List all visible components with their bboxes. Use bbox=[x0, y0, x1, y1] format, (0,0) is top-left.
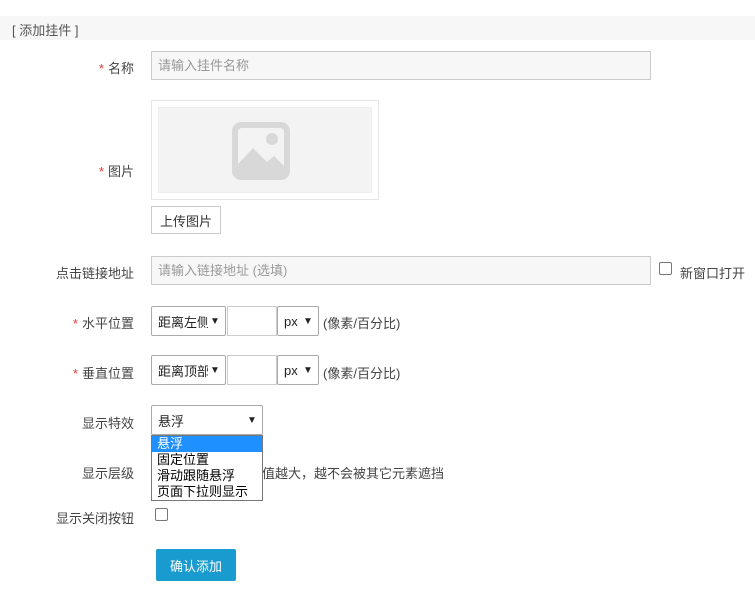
new-window-label: 新窗口打开 bbox=[680, 266, 746, 281]
close-button-checkbox[interactable] bbox=[155, 508, 168, 521]
section-header: [ 添加挂件 ] bbox=[0, 16, 755, 40]
effect-select[interactable]: 悬浮 ▼ bbox=[151, 405, 263, 435]
horizontal-unit-select[interactable]: px ▼ bbox=[277, 306, 319, 336]
vertical-hint: (像素/百分比) bbox=[323, 366, 401, 381]
level-hint: 值越大，越不会被其它元素遮挡 bbox=[262, 466, 445, 481]
new-window-checkbox[interactable] bbox=[659, 262, 672, 275]
horizontal-direction-select[interactable]: 距离左侧 ▼ bbox=[151, 306, 226, 336]
image-placeholder-icon bbox=[232, 122, 290, 180]
link-input[interactable] bbox=[151, 256, 651, 285]
section-title: [ 添加挂件 ] bbox=[12, 23, 79, 38]
vertical-direction-select[interactable]: 距离顶部 ▼ bbox=[151, 355, 226, 385]
effect-label: 显示特效 bbox=[81, 416, 134, 431]
horizontal-hint: (像素/百分比) bbox=[323, 316, 401, 331]
horizontal-label: * 水平位置 bbox=[72, 316, 134, 331]
horizontal-value-input[interactable] bbox=[227, 306, 277, 336]
chevron-down-icon: ▼ bbox=[303, 364, 313, 376]
effect-dropdown: 悬浮 固定位置 滑动跟随悬浮 页面下拉则显示 bbox=[151, 435, 263, 501]
upload-image-button[interactable]: 上传图片 bbox=[151, 206, 221, 234]
chevron-down-icon: ▼ bbox=[210, 364, 220, 376]
image-preview bbox=[151, 100, 379, 200]
name-label: * 名称 bbox=[98, 61, 134, 76]
vertical-value-input[interactable] bbox=[227, 355, 277, 385]
chevron-down-icon: ▼ bbox=[247, 414, 257, 426]
link-label: 点击链接地址 bbox=[55, 266, 134, 281]
effect-option[interactable]: 固定位置 bbox=[152, 452, 262, 468]
effect-option[interactable]: 滑动跟随悬浮 bbox=[152, 468, 262, 484]
image-label: * 图片 bbox=[98, 164, 134, 179]
close-button-label: 显示关闭按钮 bbox=[55, 511, 134, 526]
effect-option[interactable]: 页面下拉则显示 bbox=[152, 484, 262, 500]
effect-option[interactable]: 悬浮 bbox=[152, 436, 262, 452]
level-label: 显示层级 bbox=[81, 466, 134, 481]
name-input[interactable] bbox=[151, 51, 651, 80]
vertical-label: * 垂直位置 bbox=[72, 366, 134, 381]
confirm-add-button[interactable]: 确认添加 bbox=[156, 549, 236, 581]
chevron-down-icon: ▼ bbox=[303, 315, 313, 327]
chevron-down-icon: ▼ bbox=[210, 315, 220, 327]
vertical-unit-select[interactable]: px ▼ bbox=[277, 355, 319, 385]
